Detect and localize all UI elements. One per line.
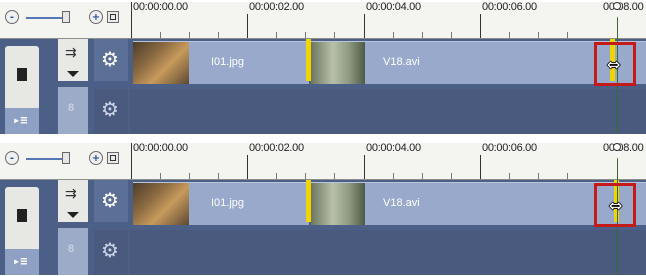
clip-name: V18.avi	[383, 197, 420, 209]
track-manager-icon[interactable]: ⇉	[65, 46, 77, 60]
overlay-track[interactable]	[130, 230, 646, 275]
clip-thumbnail	[133, 42, 189, 84]
mode-sidebar: ▸≡	[5, 46, 39, 134]
track-manager-control: ⇉	[58, 39, 88, 81]
zoom-in-icon[interactable]: +	[89, 10, 103, 24]
zoom-controls: - +	[0, 2, 130, 38]
zoom-out-icon[interactable]: -	[5, 151, 19, 165]
ruler-tick-label: 00:00:06.00	[482, 143, 537, 154]
overlay-track[interactable]	[130, 89, 646, 134]
ruler-tick-label: 00:00:00.00	[133, 143, 188, 154]
track-header-column: ▸≡ ⇉ 8 ⚙ ⚙	[0, 39, 130, 134]
zoom-slider-thumb[interactable]	[62, 11, 70, 23]
ruler-major-tick	[247, 14, 248, 38]
film-reel-icon: ⚙	[101, 238, 119, 262]
timeline-view-tab[interactable]: ▸≡	[5, 108, 39, 134]
ruler-tick-label: 00:00:02.00	[249, 2, 304, 13]
video-track-button[interactable]: ⚙	[94, 39, 128, 81]
ruler-major-tick	[480, 14, 481, 38]
ruler-major-tick	[247, 155, 248, 179]
mode-sidebar: ▸≡	[5, 187, 39, 275]
timeline-view-tab[interactable]: ▸≡	[5, 249, 39, 275]
video-track: I01.jpg V18.avi	[130, 180, 646, 226]
track-manager-icon[interactable]: ⇉	[65, 187, 77, 201]
timeline-panel-after: - + 00:00:00.00 00:00:02.00 00:00:04.00 …	[0, 143, 646, 275]
playhead-marker-icon[interactable]	[610, 143, 624, 159]
ruler-tick-label: 00:00:00.00	[133, 2, 188, 13]
ruler-tick-label: 00:00:02.00	[249, 143, 304, 154]
ruler-major-tick	[131, 143, 132, 179]
clip-name: V18.avi	[383, 56, 420, 68]
resize-horizontal-cursor-icon: ⇔	[607, 55, 621, 74]
ruler-major-tick	[364, 155, 365, 179]
chevron-down-icon[interactable]	[67, 212, 79, 218]
ruler-major-tick	[131, 2, 132, 38]
resize-horizontal-cursor-icon: ⇔	[609, 196, 623, 215]
time-ruler[interactable]: - + 00:00:00.00 00:00:02.00 00:00:04.00 …	[0, 143, 646, 180]
clip-name: I01.jpg	[211, 197, 245, 209]
overlay-track-button[interactable]: ⚙	[94, 230, 128, 275]
zoom-out-icon[interactable]: -	[5, 10, 19, 24]
chevron-down-icon[interactable]	[67, 71, 79, 77]
playhead-marker-icon[interactable]	[610, 2, 624, 18]
track-header-column: ▸≡ ⇉ 8 ⚙ ⚙	[0, 180, 130, 275]
clip-thumbnail	[133, 183, 189, 225]
clip-thumbnail	[311, 42, 365, 84]
zoom-in-icon[interactable]: +	[89, 151, 103, 165]
video-clip[interactable]: I01.jpg	[133, 182, 309, 225]
video-track-button[interactable]: ⚙	[94, 180, 128, 222]
film-reel-icon: ⚙	[101, 188, 119, 212]
zoom-controls: - +	[0, 143, 130, 179]
overlay-track-number: 8	[68, 243, 75, 255]
timeline-view-icon: ▸≡	[13, 254, 28, 268]
timeline-view-icon: ▸≡	[13, 113, 28, 127]
storyboard-view-icon[interactable]	[17, 209, 27, 222]
time-ruler[interactable]: - + 00:00:00.00 00:00:02.00 00:00:04.00 …	[0, 2, 646, 39]
ruler-major-tick	[364, 14, 365, 38]
fit-to-window-icon[interactable]	[107, 11, 119, 23]
overlay-track-lock: 8	[58, 228, 88, 275]
ruler-tick-label: 00:00:04.00	[366, 2, 421, 13]
video-clip[interactable]: I01.jpg	[133, 41, 309, 84]
fit-to-window-icon[interactable]	[107, 152, 119, 164]
overlay-track-button[interactable]: ⚙	[94, 89, 128, 134]
timeline-panel-before: - + 00:00:00.00 00:00:02.00 00:00:04.00 …	[0, 2, 646, 134]
film-reel-icon: ⚙	[101, 97, 119, 121]
film-reel-icon: ⚙	[101, 47, 119, 71]
storyboard-view-icon[interactable]	[17, 68, 27, 81]
clip-thumbnail	[311, 183, 365, 225]
ruler-tick-label: 00:00:04.00	[366, 143, 421, 154]
clip-name: I01.jpg	[211, 56, 245, 68]
track-manager-control: ⇉	[58, 180, 88, 222]
ruler-tick-label: 00:00:06.00	[482, 2, 537, 13]
zoom-slider-thumb[interactable]	[62, 152, 70, 164]
overlay-track-number: 8	[68, 102, 75, 114]
ruler-major-tick	[480, 155, 481, 179]
video-track: I01.jpg V18.avi	[130, 39, 646, 85]
overlay-track-lock: 8	[58, 87, 88, 134]
